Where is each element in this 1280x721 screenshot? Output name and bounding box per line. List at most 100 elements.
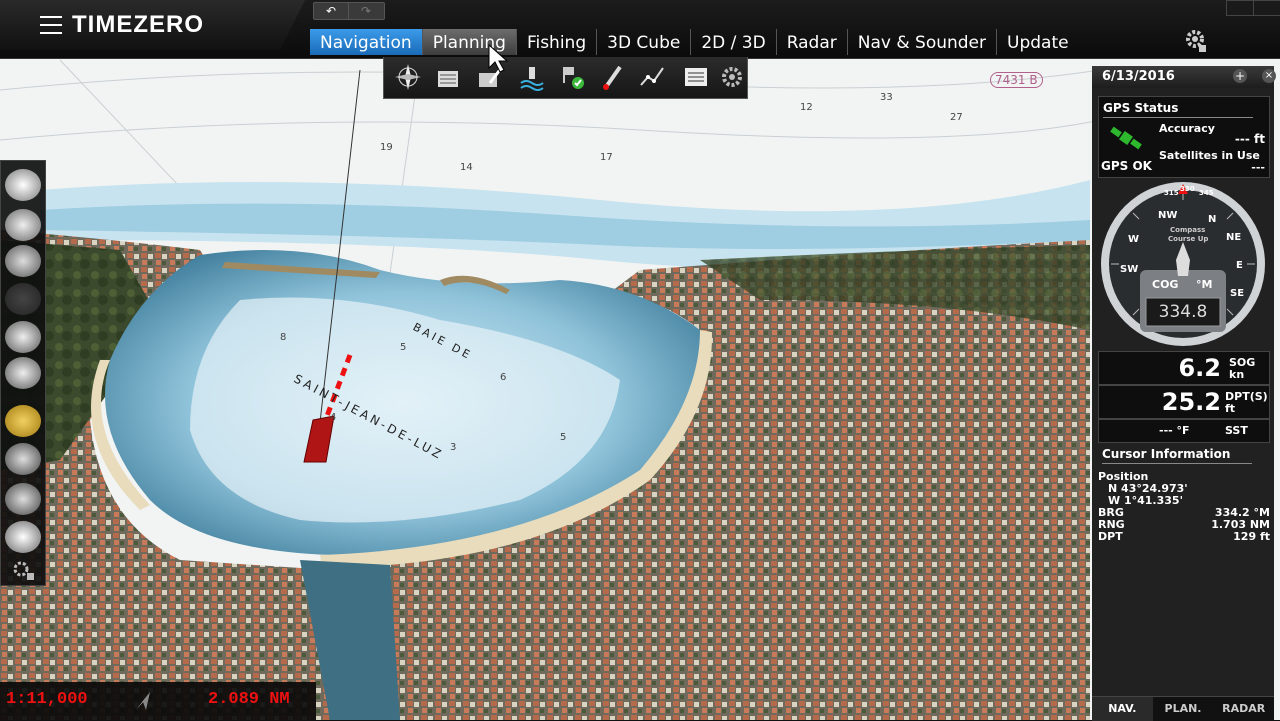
heading-digit-2: 345 bbox=[1199, 189, 1214, 197]
undo-redo-group: ↶ ↷ bbox=[313, 2, 385, 20]
tab-radar[interactable]: Radar bbox=[777, 29, 848, 55]
svg-text:19: 19 bbox=[380, 142, 393, 153]
sog-value: 6.2 bbox=[1178, 354, 1221, 382]
depth-value: 25.2 bbox=[1161, 388, 1221, 416]
dpt-value: 129 ft bbox=[1233, 530, 1270, 543]
panel-tab-plan[interactable]: PLAN. bbox=[1153, 697, 1214, 721]
satellite-icon bbox=[1109, 123, 1143, 161]
svg-text:N: N bbox=[1208, 214, 1216, 225]
toolbar-settings-icon[interactable] bbox=[11, 559, 35, 581]
depth-unit: ft bbox=[1225, 402, 1236, 415]
svg-text:8: 8 bbox=[280, 332, 286, 343]
scale-distance: 2.089 NM bbox=[208, 690, 290, 709]
pan-hand-icon[interactable] bbox=[5, 405, 41, 437]
accuracy-value: --- ft bbox=[1234, 132, 1265, 146]
gps-status-section: GPS Status GPS OK Accuracy --- ft Satell… bbox=[1098, 96, 1270, 178]
mob-icon[interactable] bbox=[5, 521, 41, 553]
cog-value: 334.8 bbox=[1158, 302, 1208, 322]
svg-text:SE: SE bbox=[1230, 288, 1244, 299]
minimize-button[interactable] bbox=[1226, 0, 1254, 16]
settings-icon[interactable] bbox=[718, 63, 746, 91]
maximize-button[interactable] bbox=[1253, 0, 1280, 16]
gps-divider bbox=[1103, 117, 1253, 118]
tab-navigation[interactable]: Navigation bbox=[310, 29, 423, 55]
svg-text:NE: NE bbox=[1226, 232, 1241, 243]
compass-rose-icon[interactable] bbox=[394, 63, 422, 91]
compass-mode-2: Course Up bbox=[1168, 235, 1209, 243]
add-panel-icon[interactable]: + bbox=[1233, 69, 1247, 83]
redo-button[interactable]: ↷ bbox=[349, 3, 383, 19]
compass-mode-1: Compass bbox=[1170, 226, 1206, 234]
svg-text:14: 14 bbox=[460, 162, 473, 173]
zoom-in-icon[interactable] bbox=[5, 321, 41, 353]
heading-digit-3: 315 bbox=[1164, 189, 1179, 197]
buoy-icon[interactable] bbox=[518, 63, 546, 91]
cursor-info-title: Cursor Information bbox=[1102, 447, 1231, 461]
dpt-label: DPT bbox=[1098, 530, 1123, 543]
hamburger-menu-icon[interactable] bbox=[40, 16, 62, 34]
tab-nav-sounder[interactable]: Nav & Sounder bbox=[848, 29, 998, 55]
temp-section: --- °F SST bbox=[1098, 419, 1270, 443]
heading-digit-1: 330 bbox=[1180, 185, 1195, 193]
chart-tag: 7431 B bbox=[990, 72, 1043, 88]
panel-tab-radar[interactable]: RADAR bbox=[1213, 697, 1274, 721]
eraser-icon[interactable] bbox=[5, 209, 41, 241]
svg-text:NW: NW bbox=[1158, 210, 1177, 221]
ribbon-tabs: Navigation Planning Fishing 3D Cube 2D /… bbox=[310, 29, 1079, 55]
cursor-info-section: Cursor Information Position N 43°24.973'… bbox=[1098, 443, 1270, 543]
temp-value: --- °F bbox=[1159, 424, 1190, 437]
temp-label: SST bbox=[1225, 424, 1248, 437]
list-icon[interactable] bbox=[682, 63, 710, 91]
status-bar: 1:11,000 2.089 NM bbox=[0, 682, 316, 720]
app-logo: TIMEZERO bbox=[72, 11, 204, 38]
tab-2d-3d[interactable]: 2D / 3D bbox=[691, 29, 777, 55]
svg-text:SW: SW bbox=[1120, 264, 1138, 275]
cursor-divider bbox=[1102, 463, 1252, 464]
svg-text:4: 4 bbox=[330, 412, 336, 423]
top-bar: TIMEZERO ↶ ↷ Navigation Planning Fishing… bbox=[0, 0, 1280, 59]
svg-text:17: 17 bbox=[600, 152, 613, 163]
svg-text:5: 5 bbox=[560, 432, 566, 443]
compass-gauge: N NE E SE NW W SW 330 345 315 Compass Course… bbox=[1098, 180, 1268, 348]
route-flag-icon[interactable] bbox=[558, 63, 586, 91]
satellites-value: --- bbox=[1251, 161, 1265, 174]
tab-fishing[interactable]: Fishing bbox=[517, 29, 598, 55]
zoom-out-icon[interactable] bbox=[5, 357, 41, 389]
svg-text:W: W bbox=[1128, 234, 1139, 245]
undo-button[interactable]: ↶ bbox=[314, 3, 349, 19]
cog-unit: °M bbox=[1196, 278, 1213, 291]
route-book-icon[interactable] bbox=[434, 63, 462, 91]
panel-bottom-tabs: NAV. PLAN. RADAR bbox=[1092, 696, 1274, 721]
close-panel-icon[interactable]: × bbox=[1262, 69, 1276, 83]
gps-ok-label: GPS OK bbox=[1101, 159, 1152, 173]
svg-text:12: 12 bbox=[800, 102, 813, 113]
sog-unit: kn bbox=[1229, 368, 1245, 381]
svg-text:3: 3 bbox=[450, 442, 456, 453]
svg-text:27: 27 bbox=[950, 112, 963, 123]
gear-icon[interactable] bbox=[1183, 28, 1207, 54]
svg-text:33: 33 bbox=[880, 92, 893, 103]
route-tool-icon[interactable] bbox=[5, 169, 41, 201]
radar-target-icon[interactable] bbox=[5, 283, 41, 315]
mouse-pointer-icon bbox=[488, 43, 510, 78]
divider-compass-icon[interactable] bbox=[5, 443, 41, 475]
navigation-ribbon bbox=[383, 57, 748, 99]
svg-text:5: 5 bbox=[400, 342, 406, 353]
svg-text:6: 6 bbox=[500, 372, 506, 383]
tab-3d-cube[interactable]: 3D Cube bbox=[597, 29, 692, 55]
svg-text:E: E bbox=[1236, 260, 1243, 271]
nav-data-panel: 6/13/2016 GPS Status GPS OK Accuracy ---… bbox=[1092, 66, 1274, 720]
panel-tab-nav[interactable]: NAV. bbox=[1092, 697, 1153, 721]
satellites-label: Satellites in Use bbox=[1159, 149, 1260, 162]
cog-label: COG bbox=[1152, 278, 1179, 291]
chart-map[interactable]: 19 14 17 856 435 33 27 12 BAIE DE SAINT-JEAN… bbox=[0, 0, 1280, 720]
chart-scale: 1:11,000 bbox=[6, 690, 88, 709]
north-arrow-icon bbox=[132, 690, 152, 716]
map-canvas: 19 14 17 8 5 6 4 3 5 33 27 12 bbox=[0, 0, 1280, 720]
mark-tool-icon[interactable] bbox=[5, 483, 41, 515]
sog-section: 6.2 SOG kn bbox=[1098, 351, 1270, 385]
flare-icon[interactable] bbox=[598, 63, 626, 91]
boat-icon[interactable] bbox=[5, 245, 41, 277]
boat-track-icon[interactable] bbox=[638, 63, 666, 91]
tab-update[interactable]: Update bbox=[997, 29, 1079, 55]
